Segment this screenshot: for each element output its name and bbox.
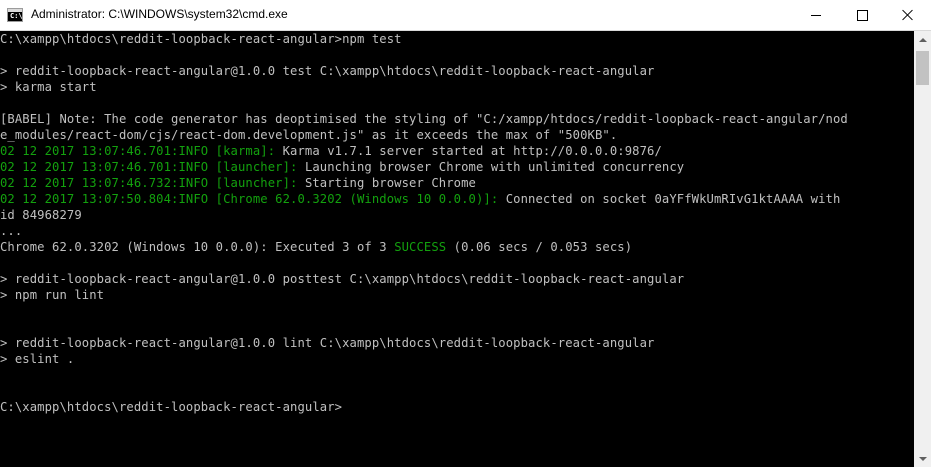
maximize-button[interactable]	[839, 0, 885, 30]
console-line: Chrome 62.0.3202 (Windows 10 0.0.0): Exe…	[0, 239, 632, 255]
console-line: 02 12 2017 13:07:50.804:INFO [Chrome 62.…	[0, 191, 840, 207]
console-line: e_modules/react-dom/cjs/react-dom.develo…	[0, 128, 618, 142]
log-prefix: 02 12 2017 13:07:46.732:INFO [launcher]:	[0, 176, 305, 190]
maximize-icon	[856, 9, 868, 21]
console-line: 02 12 2017 13:07:46.701:INFO [launcher]:…	[0, 159, 684, 175]
title-bar[interactable]: C:\ Administrator: C:\WINDOWS\system32\c…	[0, 0, 931, 31]
console-line: > eslint .	[0, 352, 75, 366]
scroll-down-arrow-icon	[918, 456, 927, 461]
console-line: id 84968279	[0, 208, 82, 222]
success-label: SUCCESS	[394, 240, 447, 254]
scroll-up-arrow-icon	[918, 37, 927, 42]
log-message: Launching browser Chrome with unlimited …	[304, 160, 685, 174]
log-message: Karma v1.7.1 server started at http://0.…	[282, 144, 662, 158]
scroll-up-button[interactable]	[914, 31, 931, 48]
log-message: Connected on socket 0aYFfWkUmRIvG1ktAAAA…	[505, 192, 841, 206]
console-line: > karma start	[0, 80, 97, 94]
minimize-icon	[811, 14, 821, 16]
console-line: C:\xampp\htdocs\reddit-loopback-react-an…	[0, 32, 402, 46]
minimize-button[interactable]	[793, 0, 839, 30]
window-title: Administrator: C:\WINDOWS\system32\cmd.e…	[31, 7, 288, 21]
console-line: ...	[0, 224, 23, 238]
console-line: > reddit-loopback-react-angular@1.0.0 li…	[0, 336, 655, 350]
close-button[interactable]	[885, 0, 931, 30]
console-output[interactable]: C:\xampp\htdocs\reddit-loopback-react-an…	[0, 31, 914, 467]
log-prefix: 02 12 2017 13:07:50.804:INFO [Chrome 62.…	[0, 192, 506, 206]
log-prefix: 02 12 2017 13:07:46.701:INFO [karma]:	[0, 144, 283, 158]
console-line: [BABEL] Note: The code generator has deo…	[0, 112, 848, 126]
vertical-scrollbar[interactable]	[914, 31, 931, 467]
console-line: > reddit-loopback-react-angular@1.0.0 te…	[0, 64, 655, 78]
command-prompt[interactable]: C:\xampp\htdocs\reddit-loopback-react-an…	[0, 399, 342, 415]
close-icon	[902, 9, 914, 21]
console-line: 02 12 2017 13:07:46.732:INFO [launcher]:…	[0, 175, 476, 191]
cmd-icon-text: C:\	[10, 12, 23, 20]
console-line: > reddit-loopback-react-angular@1.0.0 po…	[0, 272, 685, 286]
console-line: > npm run lint	[0, 288, 105, 302]
cmd-icon: C:\	[7, 8, 23, 22]
scrollbar-thumb[interactable]	[916, 51, 929, 85]
log-message: Starting browser Chrome	[304, 176, 476, 190]
test-summary: Chrome 62.0.3202 (Windows 10 0.0.0): Exe…	[0, 240, 395, 254]
scroll-down-button[interactable]	[914, 450, 931, 467]
log-prefix: 02 12 2017 13:07:46.701:INFO [launcher]:	[0, 160, 305, 174]
test-timing: (0.06 secs / 0.053 secs)	[446, 240, 633, 254]
console-line: 02 12 2017 13:07:46.701:INFO [karma]: Ka…	[0, 143, 662, 159]
